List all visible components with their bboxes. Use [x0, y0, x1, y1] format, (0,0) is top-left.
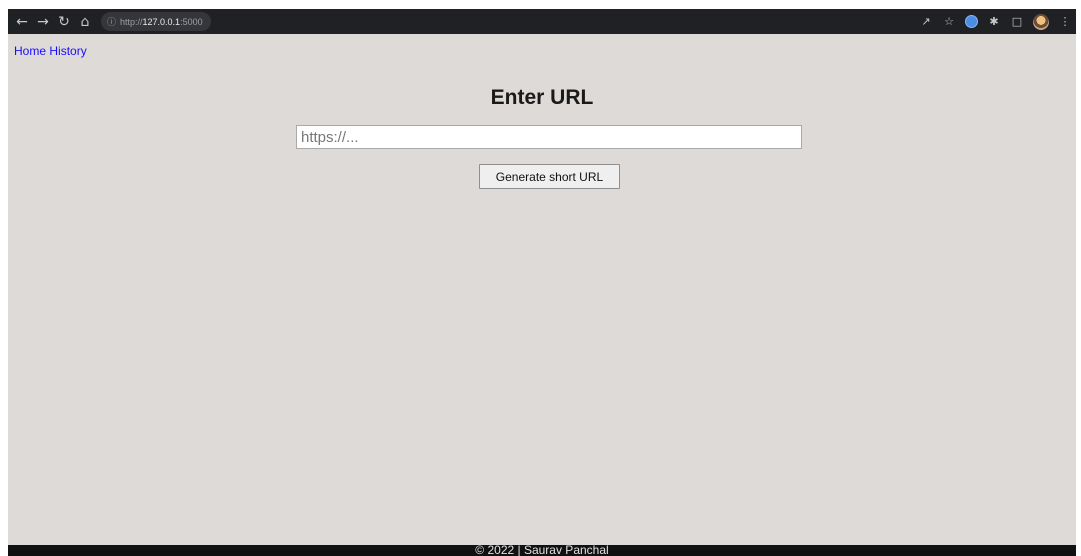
address-bar[interactable]: ⓘ http://127.0.0.1:5000 — [101, 12, 211, 31]
url-port: :5000 — [180, 16, 203, 27]
home-icon[interactable]: ⌂ — [75, 12, 95, 32]
url-input[interactable] — [296, 125, 802, 149]
nav-link-history[interactable]: History — [49, 44, 86, 58]
page-content: Home History Enter URL Generate short UR… — [8, 34, 1076, 545]
menu-icon[interactable]: ⋮ — [1058, 15, 1072, 28]
star-icon[interactable]: ☆ — [942, 15, 956, 28]
back-arrow-icon[interactable]: ← — [12, 12, 32, 32]
share-icon[interactable]: ↗ — [919, 15, 933, 28]
generate-short-url-button[interactable]: Generate short URL — [479, 164, 620, 189]
profile-avatar[interactable] — [1033, 13, 1049, 30]
sidepanel-icon[interactable]: □ — [1010, 15, 1024, 28]
browser-toolbar: ← → ↻ ⌂ ⓘ http://127.0.0.1:5000 ↗ ☆ ✱ □ … — [0, 0, 1081, 34]
page-title: Enter URL — [490, 86, 594, 109]
url-scheme: http:// — [120, 16, 143, 27]
site-info-icon[interactable]: ⓘ — [107, 15, 116, 28]
top-nav: Home History — [14, 44, 87, 58]
forward-arrow-icon[interactable]: → — [33, 12, 53, 32]
nav-link-home[interactable]: Home — [14, 44, 46, 58]
reload-icon[interactable]: ↻ — [54, 12, 74, 32]
extension-icon[interactable] — [965, 15, 978, 28]
puzzle-icon[interactable]: ✱ — [987, 15, 1001, 28]
footer: © 2022 | Saurav Panchal — [8, 545, 1076, 556]
footer-text: © 2022 | Saurav Panchal — [475, 545, 609, 556]
url-host: 127.0.0.1 — [142, 16, 181, 27]
